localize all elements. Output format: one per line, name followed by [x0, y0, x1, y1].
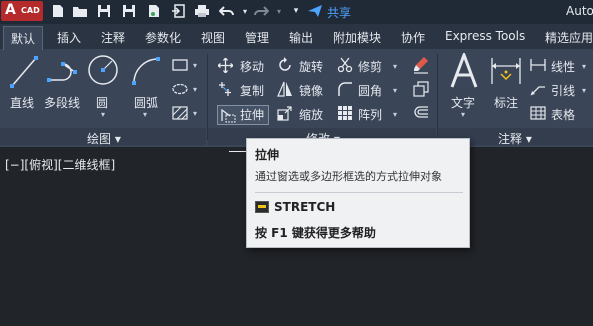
tab-parametric[interactable]: 参数化 — [145, 29, 181, 46]
rotate-tool-label[interactable]: 旋转 — [299, 58, 323, 75]
hatch-dropdown-icon[interactable]: ▾ — [193, 109, 197, 118]
leader-icon[interactable] — [530, 82, 546, 99]
copy-icon[interactable] — [218, 81, 234, 100]
tab-output[interactable]: 输出 — [289, 29, 313, 46]
save-as-icon[interactable] — [120, 3, 138, 19]
copy-tool-label[interactable]: 复制 — [240, 82, 264, 99]
circle-icon[interactable] — [86, 53, 120, 90]
linear-dimension-icon[interactable] — [530, 58, 546, 75]
leader-tool-label[interactable]: 引线 — [551, 82, 575, 99]
app-logo[interactable]: A CAD — [1, 1, 43, 21]
rectangle-dropdown-icon[interactable]: ▾ — [193, 61, 197, 70]
rectangle-icon[interactable] — [172, 59, 188, 74]
logo-text: CAD — [21, 6, 40, 15]
annotation-panel-title[interactable]: 注释 ▾ — [498, 130, 532, 147]
arc-icon[interactable] — [130, 55, 162, 90]
share-button[interactable]: 共享 — [327, 4, 351, 21]
tab-addins[interactable]: 附加模块 — [333, 29, 381, 46]
linear-tool-label[interactable]: 线性 — [551, 58, 575, 75]
explode-icon[interactable] — [413, 81, 429, 100]
offset-icon[interactable] — [413, 105, 429, 124]
tab-manage[interactable]: 管理 — [245, 29, 269, 46]
tab-default[interactable]: 默认 — [3, 26, 44, 50]
dimension-icon[interactable] — [489, 56, 523, 89]
array-dropdown-icon[interactable]: ▾ — [393, 110, 397, 119]
circle-tool-label[interactable]: 圆 — [96, 94, 108, 111]
plot-icon[interactable] — [193, 3, 211, 19]
ribbon-tab-bar: 默认 插入 注释 参数化 视图 管理 输出 附加模块 协作 Express To… — [0, 24, 593, 50]
move-tool-label[interactable]: 移动 — [240, 58, 264, 75]
fillet-tool-label[interactable]: 圆角 — [358, 82, 382, 99]
tooltip-help-hint: 按 F1 键获得更多帮助 — [255, 226, 376, 240]
linear-dropdown-icon[interactable]: ▾ — [582, 62, 586, 71]
fillet-dropdown-icon[interactable]: ▾ — [393, 86, 397, 95]
app-title: Autoc — [566, 4, 593, 18]
mirror-tool-label[interactable]: 镜像 — [299, 82, 323, 99]
trim-icon[interactable] — [337, 57, 353, 76]
ellipse-dropdown-icon[interactable]: ▾ — [193, 85, 197, 94]
save-icon[interactable] — [95, 3, 113, 19]
stretch-icon[interactable] — [220, 107, 236, 126]
undo-icon[interactable] — [218, 3, 236, 19]
ellipse-icon[interactable] — [172, 83, 188, 98]
customize-toolbar-icon[interactable]: ▾ — [287, 3, 305, 19]
stretch-tool-label[interactable]: 拉伸 — [240, 106, 264, 123]
redo-dropdown-icon[interactable]: ▾ — [270, 3, 288, 19]
viewport-controls[interactable]: [−][俯视][二维线框] — [5, 156, 115, 173]
tab-express-tools[interactable]: Express Tools — [445, 29, 525, 43]
line-icon[interactable] — [9, 55, 39, 92]
tab-collaborate[interactable]: 协作 — [401, 29, 425, 46]
table-tool-label[interactable]: 表格 — [551, 106, 575, 123]
hatch-icon[interactable] — [172, 106, 188, 123]
tab-annotate[interactable]: 注释 — [101, 29, 125, 46]
draw-panel-title[interactable]: 绘图 ▾ — [87, 130, 121, 147]
new-file-icon[interactable] — [49, 3, 67, 19]
tooltip-description: 通过窗选或多边形框选的方式拉伸对象 — [255, 170, 442, 183]
arc-tool-label[interactable]: 圆弧 — [134, 94, 158, 111]
tab-featured-apps[interactable]: 精选应用 — [545, 29, 593, 46]
move-icon[interactable] — [217, 57, 234, 76]
tab-view[interactable]: 视图 — [201, 29, 225, 46]
open-folder-icon[interactable] — [71, 3, 89, 19]
line-tool-label[interactable]: 直线 — [10, 94, 34, 111]
array-tool-label[interactable]: 阵列 — [358, 106, 382, 123]
command-line-icon — [255, 201, 269, 213]
polyline-tool-label[interactable]: 多段线 — [44, 94, 80, 111]
polyline-icon[interactable] — [47, 58, 79, 87]
text-dropdown-icon[interactable]: ▾ — [461, 110, 465, 119]
ribbon: 直线 多段线 圆 ▾ 圆弧 ▾ ▾ ▾ ▾ 绘图 ▾ 移动 旋转 修剪 ▾ 复制… — [0, 50, 593, 147]
table-icon[interactable] — [530, 106, 546, 123]
tooltip-command-name: STRETCH — [274, 200, 336, 214]
logo-letter: A — [5, 2, 16, 18]
stretch-tooltip: 拉伸 通过窗选或多边形框选的方式拉伸对象 STRETCH 按 F1 键获得更多帮… — [246, 138, 470, 248]
trim-dropdown-icon[interactable]: ▾ — [393, 62, 397, 71]
tooltip-divider — [255, 192, 463, 193]
import-icon[interactable] — [169, 3, 187, 19]
text-tool-label[interactable]: 文字 — [451, 94, 475, 111]
rotate-icon[interactable] — [277, 57, 293, 76]
circle-dropdown-icon[interactable]: ▾ — [101, 110, 105, 119]
tab-insert[interactable]: 插入 — [57, 29, 81, 46]
arc-dropdown-icon[interactable]: ▾ — [143, 110, 147, 119]
leader-dropdown-icon[interactable]: ▾ — [582, 86, 586, 95]
tooltip-title: 拉伸 — [255, 148, 280, 162]
dimension-tool-label[interactable]: 标注 — [494, 94, 518, 111]
title-bar: A CAD ▾ ▾ ▾ 共享 Autoc — [0, 0, 593, 24]
fillet-icon[interactable] — [337, 81, 353, 100]
scale-icon[interactable] — [277, 105, 293, 124]
mirror-icon[interactable] — [277, 81, 293, 100]
array-icon[interactable] — [337, 105, 353, 124]
trim-tool-label[interactable]: 修剪 — [358, 58, 382, 75]
erase-icon[interactable] — [413, 56, 429, 77]
text-icon[interactable] — [450, 50, 478, 92]
share-icon[interactable] — [306, 3, 324, 19]
redo-icon[interactable] — [252, 3, 270, 19]
scale-tool-label[interactable]: 缩放 — [299, 106, 323, 123]
publish-icon[interactable] — [145, 3, 163, 19]
